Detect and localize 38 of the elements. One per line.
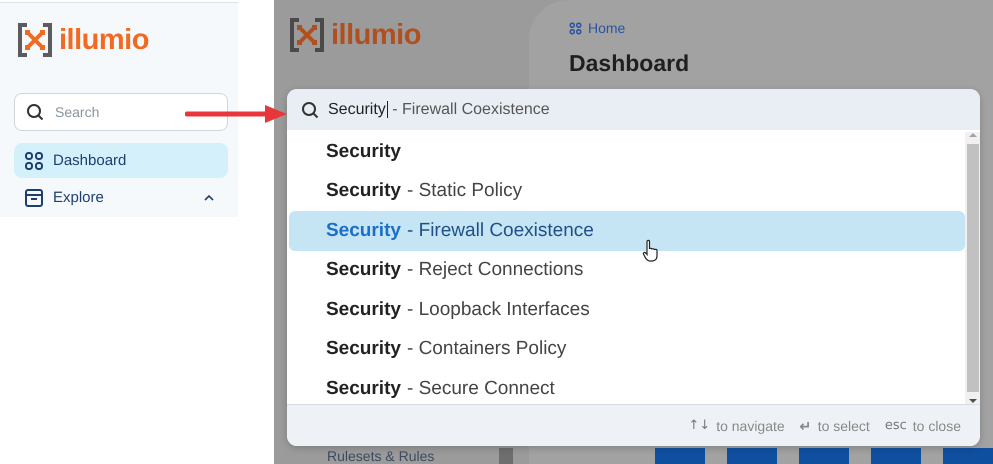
chart-bar bbox=[655, 448, 705, 464]
result-item[interactable]: Security - Reject Connections bbox=[289, 250, 965, 290]
logo-icon bbox=[18, 23, 52, 57]
hint-label: to close bbox=[912, 418, 961, 434]
result-item[interactable]: Security - Loopback Interfaces bbox=[289, 290, 965, 330]
scrollbar[interactable] bbox=[965, 132, 980, 404]
logo-icon bbox=[290, 18, 324, 52]
key-hint: esc bbox=[884, 418, 907, 433]
search-field[interactable]: Search bbox=[14, 93, 228, 131]
chart-bar bbox=[799, 448, 849, 464]
chevron-up-icon[interactable] bbox=[204, 194, 214, 200]
nav-item[interactable]: Explore bbox=[14, 180, 228, 215]
key-hint: ↵ bbox=[800, 418, 812, 434]
key-hint: ↑↓ bbox=[688, 418, 710, 433]
brand-name: illumio bbox=[331, 18, 421, 52]
hint-label: to select bbox=[818, 418, 870, 434]
hint-label: to navigate bbox=[716, 418, 785, 434]
result-item[interactable]: Security - Firewall Coexistence bbox=[289, 211, 965, 250]
nav-item[interactable]: Dashboard bbox=[14, 143, 228, 178]
search-icon bbox=[301, 100, 319, 118]
result-item[interactable]: Security - Secure Connect bbox=[289, 369, 965, 408]
search-field[interactable]: Security - Firewall Coexistence bbox=[287, 89, 980, 130]
hand-cursor-icon bbox=[642, 239, 660, 263]
result-item[interactable]: Security - Containers Policy bbox=[289, 330, 965, 369]
query-text: Security bbox=[328, 100, 388, 118]
chart-bar bbox=[727, 448, 777, 464]
page-title: Dashboard bbox=[569, 50, 690, 77]
suggestion-text: - Firewall Coexistence bbox=[392, 100, 550, 118]
grid-icon bbox=[569, 22, 582, 34]
box-icon bbox=[24, 188, 44, 208]
scrollbar-track bbox=[499, 448, 513, 464]
chart-bar bbox=[943, 448, 993, 464]
brand-name: illumio bbox=[59, 24, 149, 56]
search-icon bbox=[26, 103, 44, 121]
result-item[interactable]: Security bbox=[289, 132, 965, 172]
result-item[interactable]: Security - Static Policy bbox=[289, 172, 965, 211]
chart-bar bbox=[871, 448, 921, 464]
grid-icon bbox=[24, 150, 44, 170]
